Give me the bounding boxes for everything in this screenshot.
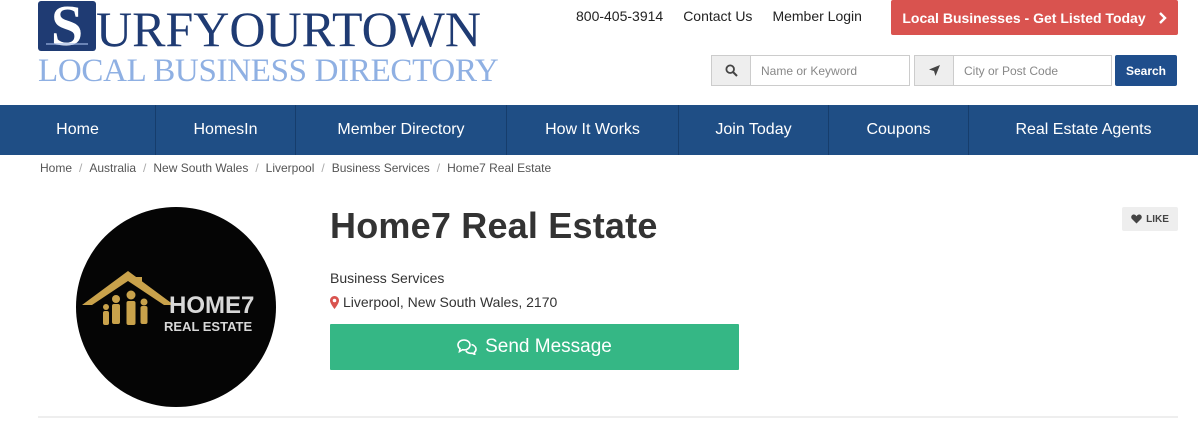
chat-bubbles-icon bbox=[457, 339, 477, 355]
business-category[interactable]: Business Services bbox=[330, 270, 444, 286]
heart-icon bbox=[1131, 214, 1142, 224]
logo-initial: S bbox=[38, 1, 96, 51]
search-icon bbox=[711, 55, 751, 86]
breadcrumb-category[interactable]: Business Services bbox=[332, 161, 430, 175]
business-logo-avatar: HOME7 REAL ESTATE bbox=[76, 207, 276, 407]
like-button[interactable]: LIKE bbox=[1122, 207, 1178, 231]
breadcrumb-city[interactable]: Liverpool bbox=[266, 161, 315, 175]
nav-home[interactable]: Home bbox=[0, 105, 156, 155]
section-divider bbox=[38, 416, 1178, 418]
breadcrumb-home[interactable]: Home bbox=[40, 161, 72, 175]
breadcrumb-country[interactable]: Australia bbox=[89, 161, 136, 175]
get-listed-button[interactable]: Local Businesses - Get Listed Today bbox=[891, 0, 1178, 35]
logo-name: URFYOURTOWN bbox=[96, 1, 481, 57]
search-bar: Search bbox=[711, 55, 1177, 86]
breadcrumb: Home / Australia / New South Wales / Liv… bbox=[40, 161, 551, 175]
keyword-input[interactable] bbox=[751, 55, 910, 86]
house-logo-icon: HOME7 REAL ESTATE bbox=[82, 271, 254, 334]
business-title: Home7 Real Estate bbox=[330, 205, 658, 246]
breadcrumb-separator: / bbox=[436, 161, 441, 175]
search-button[interactable]: Search bbox=[1115, 55, 1177, 86]
send-message-button[interactable]: Send Message bbox=[330, 324, 739, 370]
logo-tagline: LOCAL BUSINESS DIRECTORY bbox=[38, 53, 499, 89]
logo-wordmark: S URFYOURTOWN bbox=[38, 1, 481, 57]
main-nav: Home HomesIn Member Directory How It Wor… bbox=[0, 105, 1198, 155]
breadcrumb-separator: / bbox=[321, 161, 325, 175]
member-login-link[interactable]: Member Login bbox=[772, 8, 862, 24]
logo-text-home7: HOME7 bbox=[169, 292, 254, 319]
nav-coupons[interactable]: Coupons bbox=[829, 105, 969, 155]
get-listed-label: Local Businesses - Get Listed Today bbox=[902, 9, 1146, 26]
send-message-label: Send Message bbox=[485, 336, 612, 357]
nav-member-directory[interactable]: Member Directory bbox=[296, 105, 507, 155]
contact-us-link[interactable]: Contact Us bbox=[683, 8, 752, 24]
site-header: S URFYOURTOWN LOCAL BUSINESS DIRECTORY 8… bbox=[0, 0, 1198, 105]
breadcrumb-separator: / bbox=[143, 161, 147, 175]
like-label: LIKE bbox=[1146, 213, 1169, 225]
logo-text-real-estate: REAL ESTATE bbox=[164, 319, 252, 334]
map-pin-icon bbox=[330, 295, 339, 309]
breadcrumb-separator: / bbox=[79, 161, 83, 175]
breadcrumb-separator: / bbox=[255, 161, 259, 175]
nav-join-today[interactable]: Join Today bbox=[679, 105, 829, 155]
top-links: 800-405-3914 Contact Us Member Login bbox=[576, 8, 882, 24]
breadcrumb-current: Home7 Real Estate bbox=[447, 161, 552, 175]
nav-real-estate-agents[interactable]: Real Estate Agents bbox=[969, 105, 1198, 155]
site-logo[interactable]: S URFYOURTOWN LOCAL BUSINESS DIRECTORY bbox=[38, 0, 499, 92]
location-arrow-icon[interactable] bbox=[914, 55, 954, 86]
phone-link[interactable]: 800-405-3914 bbox=[576, 8, 663, 24]
nav-homesin[interactable]: HomesIn bbox=[156, 105, 296, 155]
location-text: Liverpool, New South Wales, 2170 bbox=[343, 294, 558, 310]
chevron-right-icon bbox=[1158, 11, 1167, 24]
business-location: Liverpool, New South Wales, 2170 bbox=[330, 294, 557, 310]
nav-how-it-works[interactable]: How It Works bbox=[507, 105, 679, 155]
breadcrumb-state[interactable]: New South Wales bbox=[153, 161, 248, 175]
city-input[interactable] bbox=[954, 55, 1112, 86]
